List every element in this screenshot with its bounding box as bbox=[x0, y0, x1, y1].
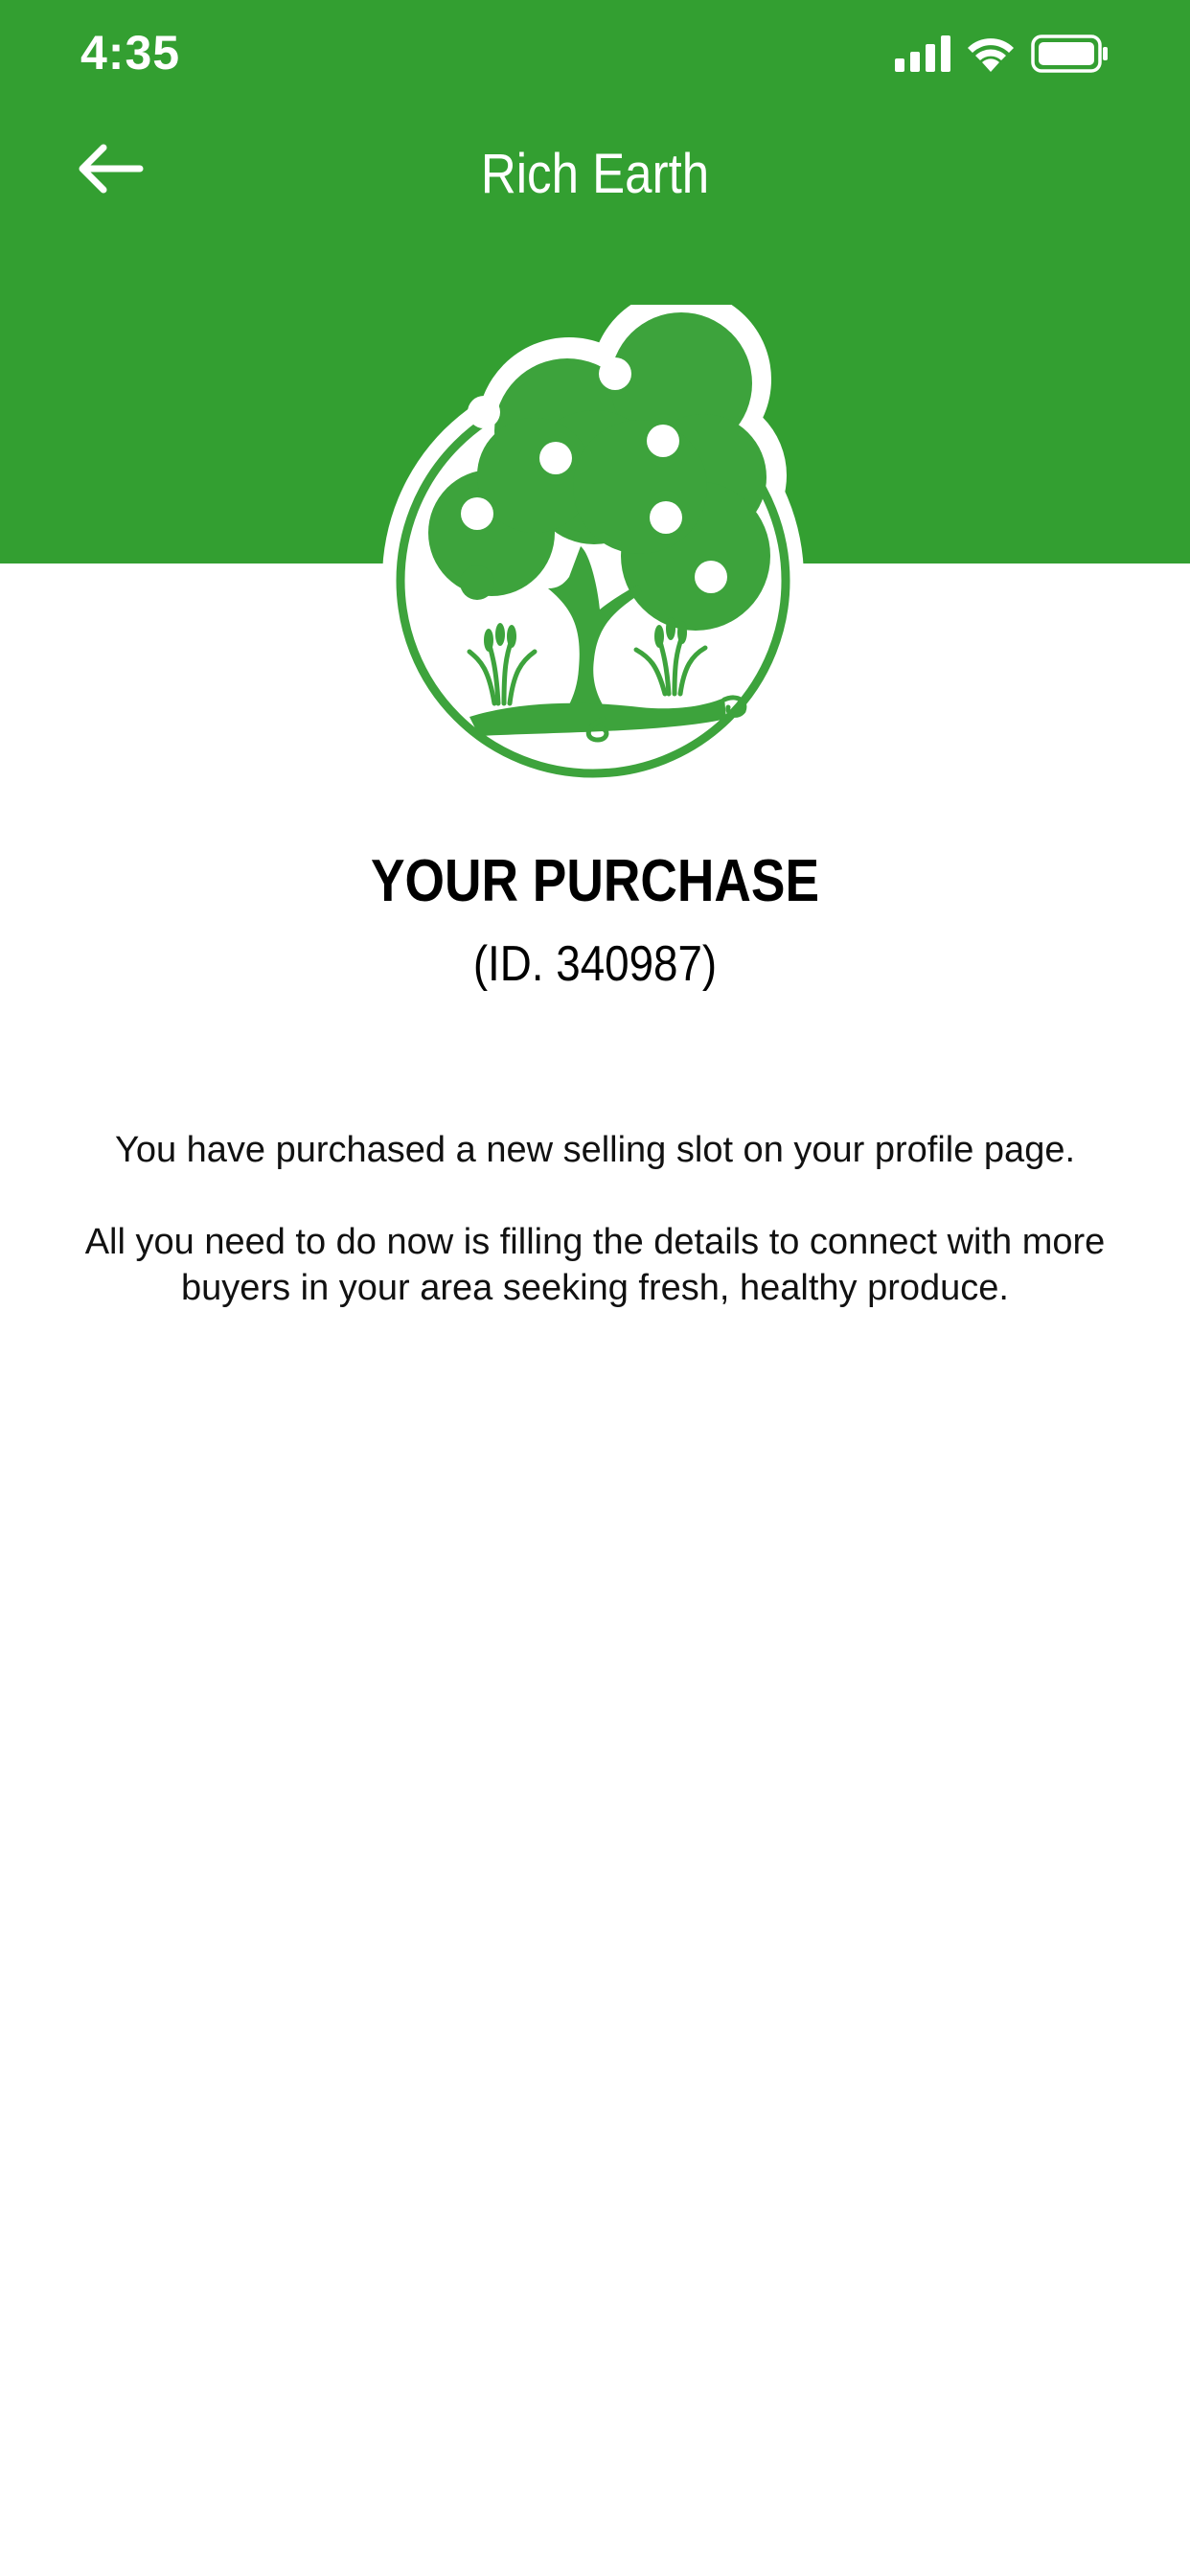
message-line-2: All you need to do now is filling the de… bbox=[84, 1222, 1106, 1308]
message-line-1: You have purchased a new selling slot on… bbox=[114, 1130, 1076, 1170]
status-time: 4:35 bbox=[80, 26, 181, 80]
wifi-icon bbox=[968, 38, 1014, 72]
purchase-id: (ID. 340987) bbox=[472, 936, 718, 992]
signal-icon bbox=[895, 35, 950, 72]
status-icons bbox=[895, 33, 1110, 75]
battery-icon bbox=[1031, 34, 1108, 73]
app-title: Rich Earth bbox=[480, 143, 710, 205]
purchase-title: YOUR PURCHASE bbox=[370, 848, 820, 914]
tree-logo bbox=[381, 289, 809, 790]
tree-logo-icon bbox=[382, 289, 804, 790]
